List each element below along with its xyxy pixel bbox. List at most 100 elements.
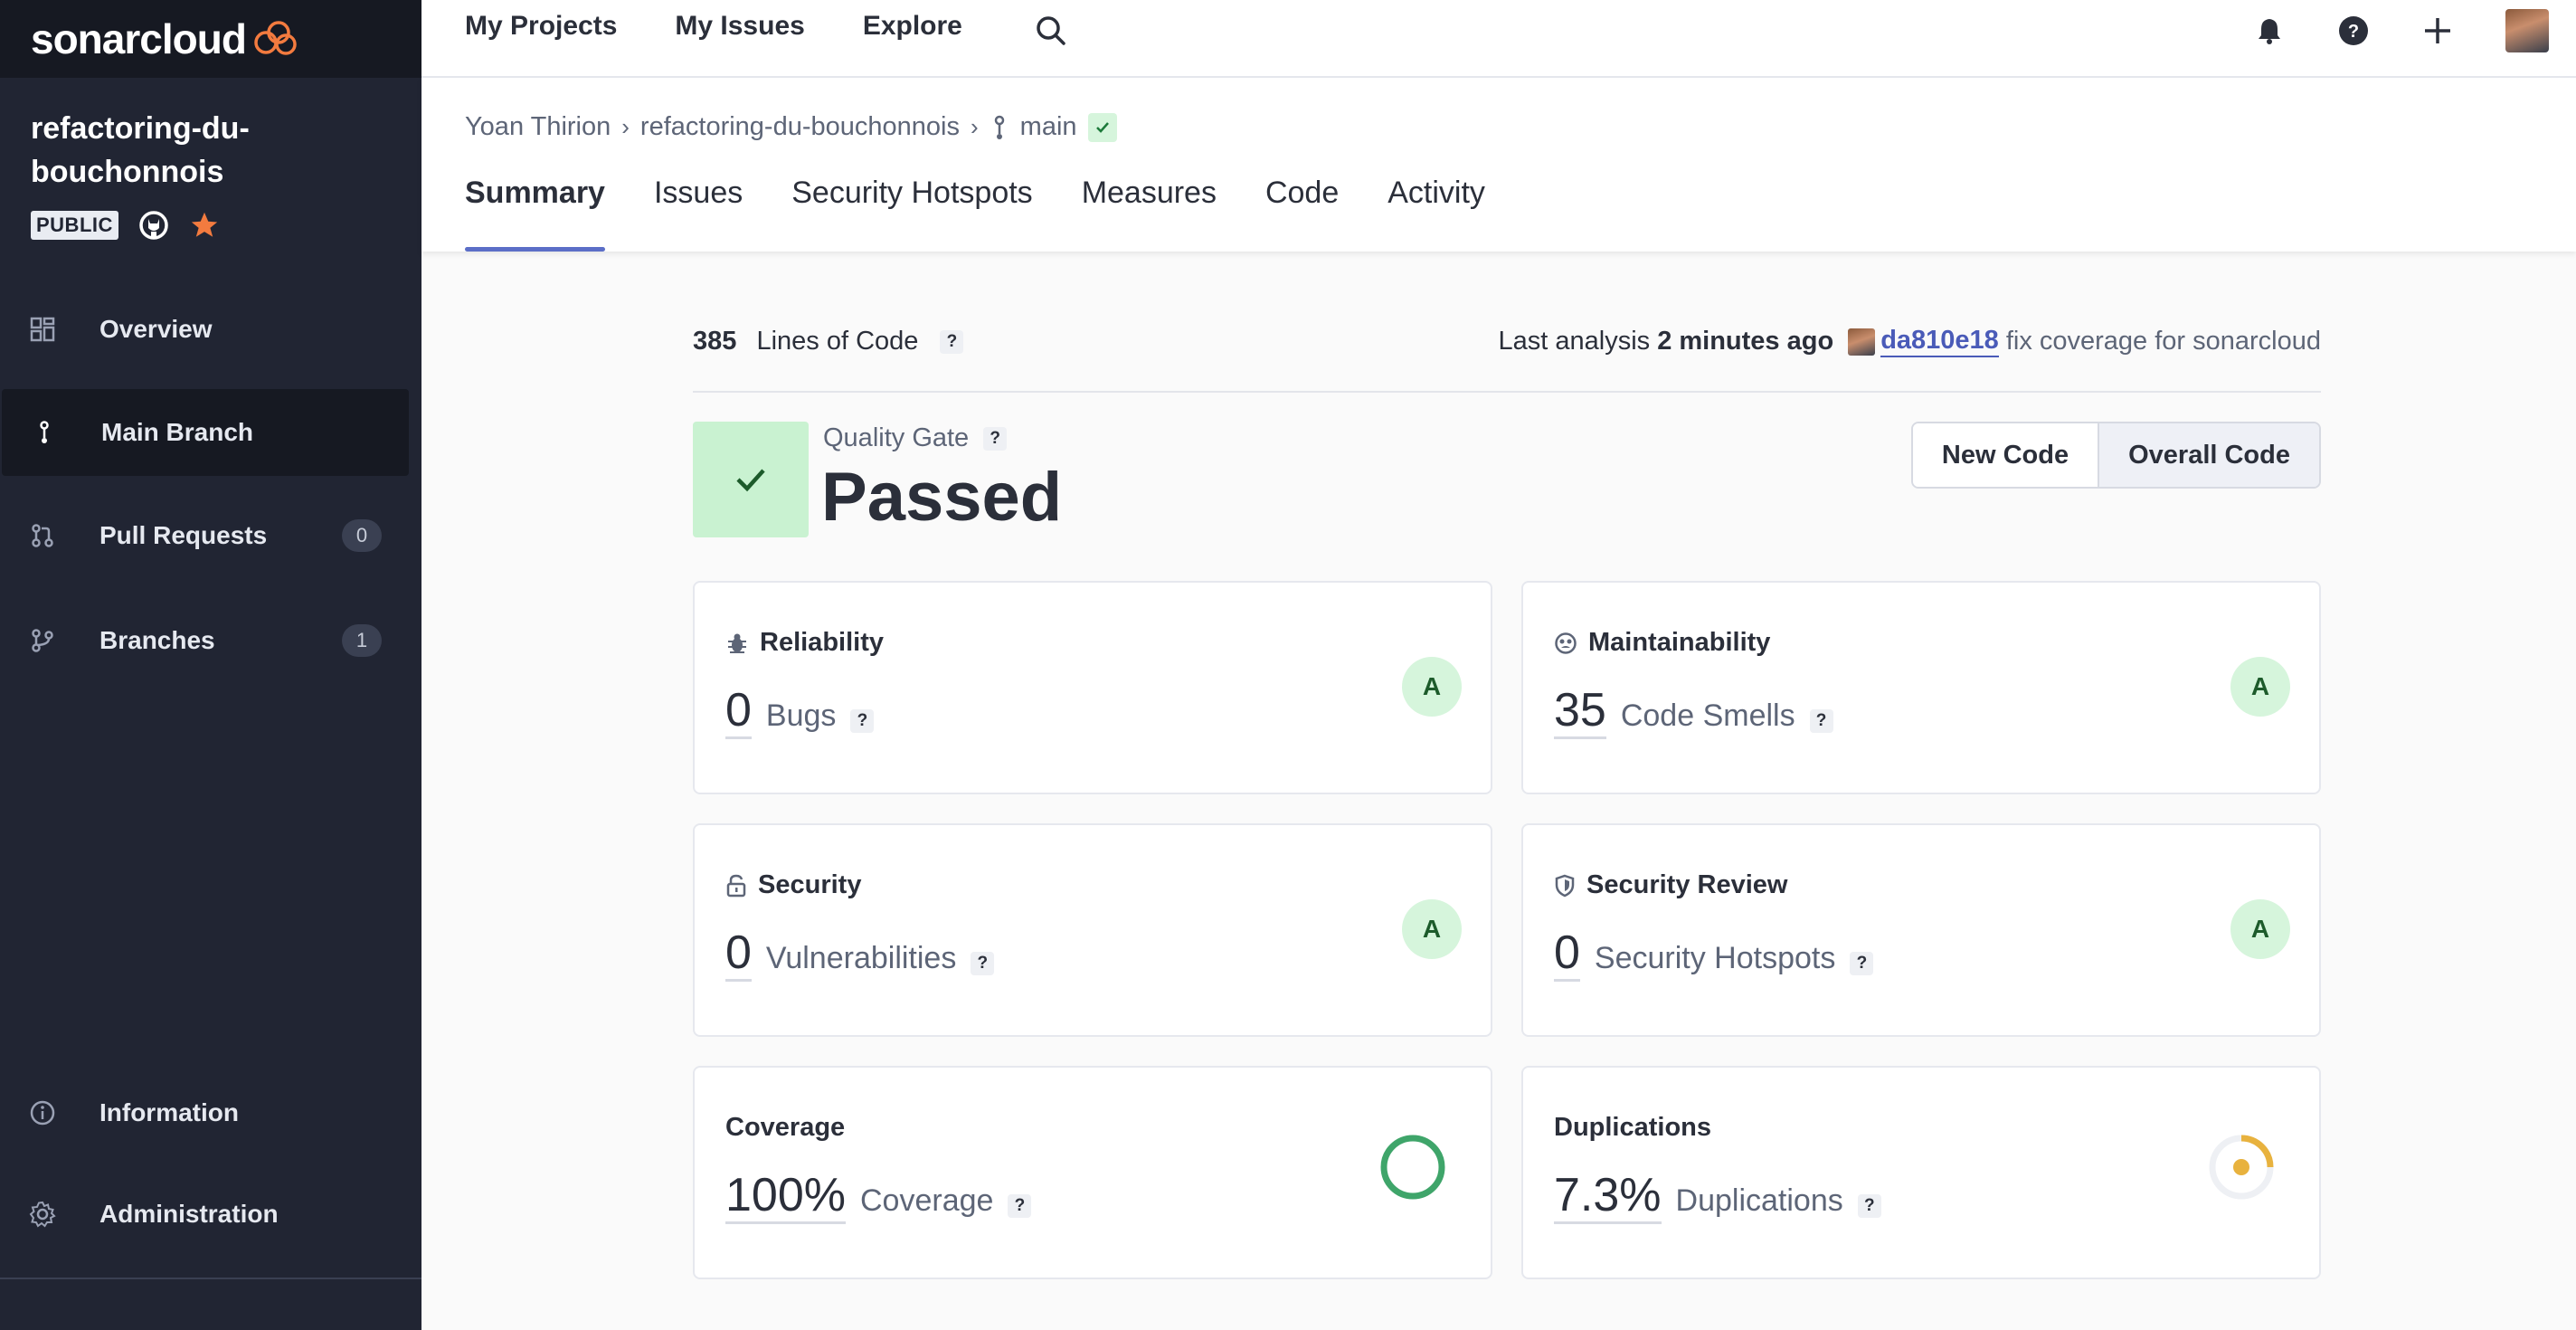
security-card: Security 0 Vulnerabilities ? A: [693, 823, 1492, 1037]
project-header: Yoan Thirion › refactoring-du-bouchonnoi…: [421, 78, 2576, 252]
sidebar-item-pull-requests[interactable]: Pull Requests 0: [0, 492, 407, 579]
help-icon[interactable]: ?: [850, 709, 875, 733]
help-icon[interactable]: ?: [983, 426, 1008, 451]
maintainability-title: Maintainability: [1588, 628, 1771, 657]
new-code-button[interactable]: New Code: [1912, 423, 2098, 487]
card-value-row: 7.3% Duplications ?: [1554, 1169, 1881, 1224]
project-name[interactable]: refactoring-du-bouchonnois: [31, 107, 393, 194]
quality-gate-label: Quality Gate: [823, 423, 970, 452]
sidebar-item-label: Administration: [99, 1200, 279, 1228]
last-analysis-time: 2 minutes ago: [1657, 327, 1834, 356]
project-meta: PUBLIC: [31, 210, 220, 241]
branches-icon: [27, 625, 58, 656]
coverage-value[interactable]: 100%: [725, 1169, 846, 1224]
breadcrumb-project[interactable]: refactoring-du-bouchonnois: [640, 112, 960, 142]
sidebar-item-label: Information: [99, 1098, 239, 1126]
coverage-card: Coverage 100% Coverage ?: [693, 1066, 1492, 1279]
sidebar-item-main-branch[interactable]: Main Branch: [2, 389, 409, 476]
commit-hash-link[interactable]: da810e18: [1880, 326, 1999, 357]
search-icon[interactable]: [1033, 13, 1069, 49]
last-analysis: Last analysis 2 minutes ago da810e18 fix…: [1499, 326, 2321, 357]
shield-icon: [1555, 874, 1575, 897]
security-title: Security: [758, 870, 862, 899]
code-smells-label: Code Smells: [1620, 698, 1795, 733]
gear-icon: [27, 1199, 58, 1230]
sidebar-item-label: Branches: [99, 626, 215, 654]
loc-label: Lines of Code: [756, 327, 919, 356]
help-icon[interactable]: ?: [1008, 1194, 1032, 1218]
divider: [693, 391, 2321, 393]
user-avatar[interactable]: [2505, 9, 2549, 52]
branch-icon: [994, 115, 1004, 139]
duplications-card: Duplications 7.3% Duplications ?: [1521, 1066, 2321, 1279]
quality-gate-status-box: [693, 422, 809, 537]
project-tabs: Summary Issues Security Hotspots Measure…: [465, 176, 1485, 252]
sidebar-item-label: Overview: [99, 315, 213, 343]
security-rating[interactable]: A: [1402, 899, 1462, 959]
duplications-gauge-icon: [2209, 1135, 2274, 1200]
duplications-value[interactable]: 7.3%: [1554, 1169, 1662, 1224]
duplications-label: Duplications: [1675, 1183, 1843, 1218]
plus-icon[interactable]: [2422, 15, 2453, 46]
overall-code-button[interactable]: Overall Code: [2098, 423, 2319, 487]
security-hotspots-value[interactable]: 0: [1554, 926, 1580, 982]
help-icon[interactable]: ?: [940, 330, 964, 355]
card-value-row: 0 Security Hotspots ?: [1554, 926, 1874, 982]
help-icon[interactable]: ?: [1857, 1194, 1881, 1218]
cloud-logo-icon: [254, 21, 297, 55]
help-icon[interactable]: ?: [1850, 952, 1874, 975]
last-analysis-label: Last analysis: [1498, 327, 1651, 356]
breadcrumb-branch[interactable]: main: [1020, 112, 1077, 142]
tab-code[interactable]: Code: [1265, 176, 1339, 252]
sidebar-item-label: Main Branch: [101, 418, 254, 446]
tab-security-hotspots[interactable]: Security Hotspots: [791, 176, 1032, 252]
svg-text:?: ?: [2348, 22, 2359, 42]
sidebar-item-administration[interactable]: Administration: [0, 1171, 407, 1258]
tab-measures[interactable]: Measures: [1082, 176, 1217, 252]
sidebar: sonarcloud refactoring-du-bouchonnois PU…: [0, 0, 421, 1330]
github-icon[interactable]: [138, 210, 169, 241]
card-value-row: 100% Coverage ?: [725, 1169, 1032, 1224]
sidebar-item-overview[interactable]: Overview: [0, 286, 407, 373]
nav-my-projects[interactable]: My Projects: [465, 11, 617, 42]
bug-icon: [728, 633, 746, 653]
bugs-label: Bugs: [765, 698, 837, 733]
help-icon[interactable]: ?: [1809, 709, 1833, 733]
help-icon[interactable]: ?: [2337, 14, 2370, 47]
code-smells-value[interactable]: 35: [1554, 684, 1606, 739]
loc-value: 385: [693, 327, 737, 356]
bell-icon[interactable]: [2254, 15, 2285, 46]
tab-activity[interactable]: Activity: [1387, 176, 1485, 252]
sidebar-item-information[interactable]: Information: [0, 1069, 407, 1156]
sonarcloud-logo[interactable]: sonarcloud: [31, 14, 247, 63]
maintainability-rating[interactable]: A: [2230, 657, 2290, 717]
vulnerabilities-value[interactable]: 0: [725, 926, 752, 982]
card-title-row: Maintainability: [1554, 628, 1770, 658]
pull-requests-count: 0: [342, 519, 382, 552]
coverage-title: Coverage: [725, 1113, 846, 1142]
help-icon[interactable]: ?: [971, 952, 995, 975]
coverage-gauge-icon: [1380, 1135, 1445, 1200]
card-value-row: 0 Vulnerabilities ?: [725, 926, 995, 982]
tab-issues[interactable]: Issues: [654, 176, 743, 252]
sidebar-item-branches[interactable]: Branches 1: [0, 597, 407, 684]
reliability-rating[interactable]: A: [1402, 657, 1462, 717]
breadcrumb-org[interactable]: Yoan Thirion: [465, 112, 611, 142]
nav-my-issues[interactable]: My Issues: [675, 11, 804, 42]
nav-explore[interactable]: Explore: [863, 11, 962, 42]
check-icon: [736, 469, 765, 492]
top-right-actions: ?: [2254, 9, 2549, 52]
star-icon[interactable]: [189, 210, 220, 241]
top-navbar: My Projects My Issues Explore ?: [421, 0, 2576, 78]
reliability-card: Reliability 0 Bugs ? A: [693, 581, 1492, 794]
sidebar-item-label: Pull Requests: [99, 521, 268, 549]
tab-summary[interactable]: Summary: [465, 176, 605, 252]
commit-message: fix coverage for sonarcloud: [2005, 327, 2321, 356]
bugs-value[interactable]: 0: [725, 684, 752, 739]
security-review-rating[interactable]: A: [2230, 899, 2290, 959]
breadcrumb: Yoan Thirion › refactoring-du-bouchonnoi…: [465, 112, 1117, 142]
quality-gate-status: Passed: [821, 459, 1063, 536]
card-value-row: 35 Code Smells ?: [1554, 684, 1833, 739]
info-icon: [27, 1097, 58, 1128]
vulnerabilities-label: Vulnerabilities: [765, 941, 957, 975]
